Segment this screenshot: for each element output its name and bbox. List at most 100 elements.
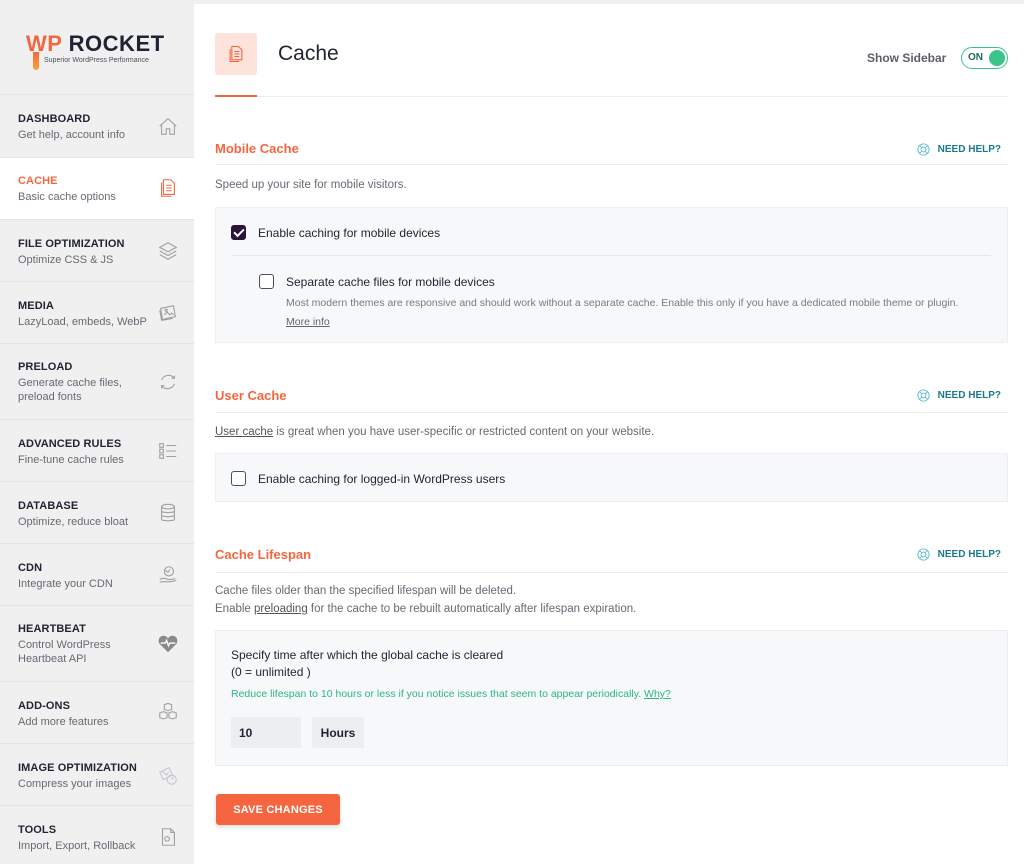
nav-desc: LazyLoad, embeds, WebP bbox=[18, 316, 147, 328]
option-divider bbox=[232, 255, 991, 256]
sidebar-item-cdn[interactable]: CDN Integrate your CDN bbox=[0, 544, 194, 606]
checkbox-label: Enable caching for logged-in WordPress u… bbox=[258, 471, 506, 486]
sidebar-item-advanced-rules[interactable]: ADVANCED RULES Fine-tune cache rules bbox=[0, 420, 194, 482]
nav-title: FILE OPTIMIZATION bbox=[18, 238, 125, 250]
logged-in-cache-option[interactable]: Enable caching for logged-in WordPress u… bbox=[231, 471, 505, 486]
desc-text: is great when you have user-specific or … bbox=[273, 426, 655, 438]
header-accent-bar bbox=[215, 95, 257, 97]
mobile-cache-option[interactable]: Enable caching for mobile devices bbox=[231, 225, 440, 240]
nav-desc: Fine-tune cache rules bbox=[18, 454, 124, 466]
more-info-link[interactable]: More info bbox=[286, 316, 330, 328]
logo-tagline: Superior WordPress Performance bbox=[44, 57, 149, 64]
need-help-label: NEED HELP? bbox=[937, 390, 1001, 401]
show-sidebar-toggle[interactable]: ON bbox=[961, 47, 1008, 69]
nav-title: CDN bbox=[18, 562, 43, 574]
image-optimize-icon bbox=[156, 763, 180, 787]
desc-text: Most modern themes are responsive and sh… bbox=[286, 297, 959, 309]
sidebar-item-cache[interactable]: CACHE Basic cache options bbox=[0, 158, 194, 220]
mobile-cache-panel: Enable caching for mobile devices Separa… bbox=[215, 207, 1008, 343]
nav-desc: Generate cache files, preload fonts bbox=[18, 377, 122, 403]
why-link[interactable]: Why? bbox=[644, 688, 671, 700]
logged-in-users-checkbox[interactable] bbox=[231, 471, 246, 486]
sidebar-item-file-optimization[interactable]: FILE OPTIMIZATION Optimize CSS & JS bbox=[0, 220, 194, 282]
wp-rocket-logo[interactable]: WP ROCKET Superior WordPress Performance bbox=[0, 0, 194, 95]
lifespan-unit: Hours bbox=[312, 717, 364, 748]
header-divider bbox=[215, 96, 1008, 97]
cache-lifespan-title: Cache Lifespan bbox=[215, 547, 312, 562]
show-sidebar-label: Show Sidebar bbox=[867, 51, 947, 65]
nav-desc: Control WordPress Heartbeat API bbox=[18, 639, 111, 665]
nav-desc: Basic cache options bbox=[18, 191, 116, 203]
nav-title: HEARTBEAT bbox=[18, 623, 86, 635]
nav-title: MEDIA bbox=[18, 300, 54, 312]
checkbox-label: Separate cache files for mobile devices bbox=[286, 274, 495, 289]
main-content: Cache Show Sidebar ON Mobile Cache NEED … bbox=[194, 4, 1024, 864]
label-line-2: (0 = unlimited ) bbox=[231, 665, 311, 679]
mobile-cache-desc: Speed up your site for mobile visitors. bbox=[215, 179, 407, 191]
sidebar-item-add-ons[interactable]: ADD-ONS Add more features bbox=[0, 682, 194, 744]
cache-lifespan-help-link[interactable]: NEED HELP? bbox=[916, 547, 1001, 562]
images-icon bbox=[156, 301, 180, 325]
sidebar-item-database[interactable]: DATABASE Optimize, reduce bloat bbox=[0, 482, 194, 544]
separate-mobile-cache-option[interactable]: Separate cache files for mobile devices bbox=[259, 274, 495, 289]
heartbeat-icon bbox=[156, 632, 180, 656]
user-cache-panel: Enable caching for logged-in WordPress u… bbox=[215, 453, 1008, 502]
nav-desc: Optimize CSS & JS bbox=[18, 254, 114, 266]
nav-desc: Import, Export, Rollback bbox=[18, 840, 136, 852]
rocket-flame-icon bbox=[33, 52, 39, 70]
refresh-icon bbox=[156, 370, 180, 394]
page-title: Cache bbox=[278, 42, 339, 65]
database-icon bbox=[156, 501, 180, 525]
list-icon bbox=[156, 439, 180, 463]
section-divider bbox=[215, 572, 1008, 573]
cache-page-icon bbox=[215, 33, 257, 75]
lifespan-warning: Reduce lifespan to 10 hours or less if y… bbox=[231, 688, 671, 700]
section-divider bbox=[215, 412, 1008, 413]
toggle-knob bbox=[989, 50, 1005, 66]
nav-title: CACHE bbox=[18, 175, 58, 187]
need-help-label: NEED HELP? bbox=[937, 549, 1001, 560]
nav-desc: Get help, account info bbox=[18, 129, 126, 141]
sidebar-item-heartbeat[interactable]: HEARTBEAT Control WordPress Heartbeat AP… bbox=[0, 606, 194, 682]
cubes-icon bbox=[156, 701, 180, 725]
mobile-cache-title: Mobile Cache bbox=[215, 141, 299, 156]
save-changes-button[interactable]: SAVE CHANGES bbox=[216, 794, 340, 825]
toggle-state: ON bbox=[968, 52, 983, 63]
cache-lifespan-panel: Specify time after which the global cach… bbox=[215, 630, 1008, 766]
home-icon bbox=[156, 115, 180, 139]
sidebar-item-media[interactable]: MEDIA LazyLoad, embeds, WebP bbox=[0, 282, 194, 344]
user-cache-help-link[interactable]: NEED HELP? bbox=[916, 388, 1001, 403]
sidebar-item-tools[interactable]: TOOLS Import, Export, Rollback bbox=[0, 806, 194, 864]
nav-desc: Compress your images bbox=[18, 778, 132, 790]
lifespan-field-label: Specify time after which the global cach… bbox=[231, 647, 503, 681]
mobile-cache-help-link[interactable]: NEED HELP? bbox=[916, 142, 1001, 157]
warning-text: Reduce lifespan to 10 hours or less if y… bbox=[231, 688, 642, 700]
need-help-label: NEED HELP? bbox=[937, 144, 1001, 155]
sidebar-item-image-optimization[interactable]: IMAGE OPTIMIZATION Compress your images bbox=[0, 744, 194, 806]
lifespan-value-input[interactable] bbox=[231, 717, 301, 748]
logo-rocket: ROCKET bbox=[68, 31, 165, 56]
nav-title: ADD-ONS bbox=[18, 700, 71, 712]
user-cache-link[interactable]: User cache bbox=[215, 426, 273, 438]
checkbox-label: Enable caching for mobile devices bbox=[258, 225, 441, 240]
enable-mobile-cache-checkbox[interactable] bbox=[231, 225, 246, 240]
nav-title: ADVANCED RULES bbox=[18, 438, 122, 450]
sidebar: WP ROCKET Superior WordPress Performance… bbox=[0, 0, 194, 864]
nav-title: IMAGE OPTIMIZATION bbox=[18, 762, 137, 774]
section-divider bbox=[215, 164, 1008, 165]
nav-title: DATABASE bbox=[18, 500, 79, 512]
document-icon bbox=[156, 176, 180, 200]
logo-wp: WP bbox=[26, 31, 63, 56]
preloading-link[interactable]: preloading bbox=[254, 603, 308, 615]
desc-text: Enable bbox=[215, 603, 255, 615]
nav-desc: Integrate your CDN bbox=[18, 578, 113, 590]
sidebar-item-dashboard[interactable]: DASHBOARD Get help, account info bbox=[0, 95, 194, 158]
desc-line-2: Enable preloading for the cache to be re… bbox=[215, 600, 636, 618]
desc-line-1: Cache files older than the specified lif… bbox=[215, 585, 517, 597]
layers-icon bbox=[156, 239, 180, 263]
nav-desc: Optimize, reduce bloat bbox=[18, 516, 129, 528]
separate-mobile-cache-checkbox[interactable] bbox=[259, 274, 274, 289]
cache-lifespan-desc: Cache files older than the specified lif… bbox=[215, 582, 636, 618]
sidebar-item-preload[interactable]: PRELOAD Generate cache files, preload fo… bbox=[0, 344, 194, 420]
separate-cache-desc: Most modern themes are responsive and sh… bbox=[286, 294, 977, 332]
